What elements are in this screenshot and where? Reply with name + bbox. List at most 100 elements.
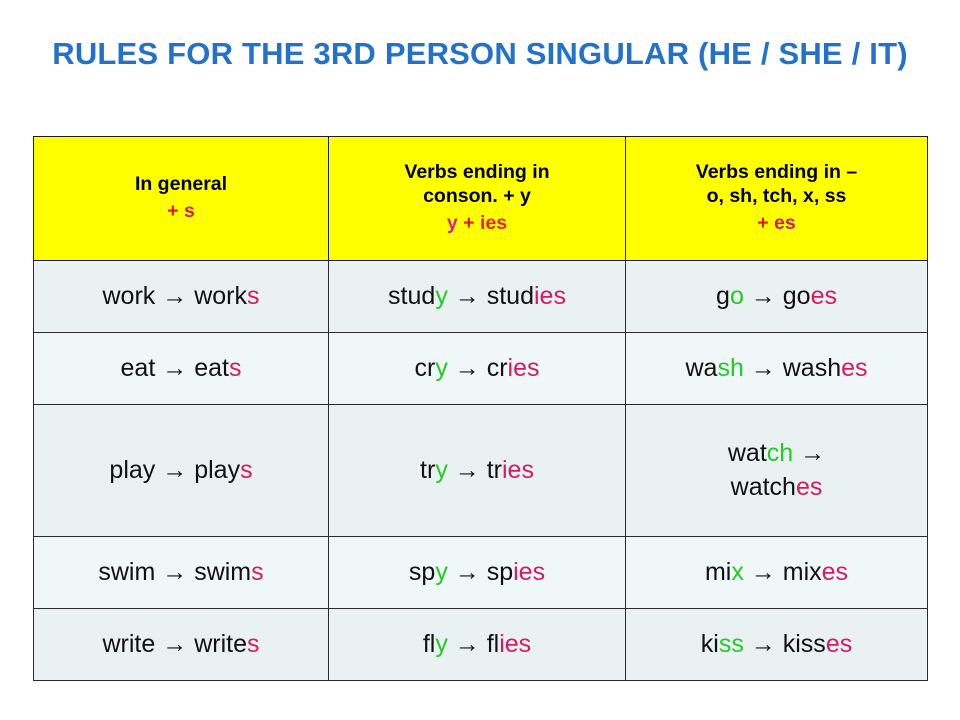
arrow-icon: → [454,353,480,382]
verb-example-cell: write → writes [33,608,329,681]
rule-plus-sign: + [757,211,769,234]
rule-suffix: ies [479,211,508,234]
verb-suffix: ies [507,353,540,382]
verb-base-highlight: o [729,281,744,310]
column-header-in-general: In general + s [33,136,329,261]
verb-suffix: s [247,281,260,310]
verb-base-highlight: y [435,353,448,382]
arrow-icon: → [162,455,188,484]
verb-conjugated-stem: mix [782,557,822,586]
verb-suffix: ies [533,281,566,310]
verb-base: work [102,281,156,310]
verb-example-cell: kiss → kisses [625,608,928,681]
arrow-icon: → [750,629,776,658]
verb-base: tr [420,455,436,484]
verb-base-highlight: ss [718,629,744,658]
column-header-title: Verbs ending in – o, sh, tch, x, ss [695,161,858,208]
column-header-rule: + s [40,200,322,224]
column-header-rule: y + ies [335,212,619,236]
verb-base-highlight: y [435,629,448,658]
verb-base-highlight: ch [766,439,794,467]
verb-suffix: es [810,281,837,310]
verb-base: g [716,281,730,310]
rule-plus-sign: + [167,200,179,222]
rule-suffix: s [183,200,195,222]
verb-base-highlight: y [435,455,448,484]
verb-example-cell: study → studies [328,260,626,333]
rule-suffix: es [774,211,796,234]
verb-suffix: es [821,557,849,586]
column-header-title: In general [134,173,228,196]
verb-example-cell: fly → flies [328,608,626,681]
verb-example-cell: mix → mixes [625,536,928,609]
verb-suffix: ies [513,557,546,586]
arrow-icon: → [750,557,776,586]
arrow-icon: → [800,439,826,467]
verb-suffix: ies [499,629,532,658]
verb-example-cell: try → tries [328,404,626,537]
verb-suffix: s [240,455,253,484]
column-header-rule: + es [632,212,921,236]
verb-base-highlight: y [435,281,448,310]
arrow-icon: → [454,281,480,310]
rules-table: In general + s Verbs ending in conson. +… [33,136,928,681]
verb-suffix: es [795,472,823,501]
verb-conjugated-stem: write [194,629,247,658]
verb-base: eat [120,353,156,382]
verb-base: cr [414,353,436,382]
verb-example-cell: go → goes [625,260,928,333]
header-row: In general + s Verbs ending in conson. +… [33,136,928,261]
verb-base: swim [98,557,156,586]
table-row: eat → eats cry → cries wash → washes [33,332,928,405]
verb-base-highlight: sh [717,353,744,382]
rules-table-wrapper: In general + s Verbs ending in conson. +… [33,136,928,681]
verb-example-cell: cry → cries [328,332,626,405]
verb-example-cell: wash → washes [625,332,928,405]
verb-conjugated-stem: fl [486,629,500,658]
verb-base: fl [422,629,436,658]
column-header-o-sh-tch-x-ss: Verbs ending in – o, sh, tch, x, ss + es [625,136,928,261]
verb-suffix: s [251,557,264,586]
column-header-consonant-y: Verbs ending in conson. + y y + ies [328,136,626,261]
arrow-icon: → [162,629,188,658]
verb-example-cell: play → plays [33,404,329,537]
rule-plus-sign: + [463,211,475,234]
arrow-icon: → [454,455,480,484]
verb-suffix: ies [502,455,534,484]
verb-suffix: s [247,629,260,658]
verb-example-cell: eat → eats [33,332,329,405]
verb-conjugated-stem: watch [730,472,796,501]
arrow-icon: → [750,281,776,310]
verb-conjugated-stem: kiss [782,629,826,658]
arrow-icon: → [454,629,480,658]
verb-conjugated-stem: tr [486,455,502,484]
verb-conjugated-stem: go [782,281,811,310]
verb-base: sp [408,557,436,586]
verb-base: mi [704,557,732,586]
verb-base: wa [685,353,718,382]
table-row: play → plays try → tries watch → watches [33,404,928,537]
table-row: write → writes fly → flies kiss → kisses [33,608,928,681]
verb-base: write [102,629,156,658]
arrow-icon: → [750,353,776,382]
arrow-icon: → [162,353,188,382]
verb-suffix: s [228,353,242,382]
verb-base: play [109,455,156,484]
verb-base: ki [700,629,719,658]
verb-conjugated-stem: stud [486,281,534,310]
column-header-title: Verbs ending in conson. + y [404,161,550,208]
verb-base-highlight: y [435,557,448,586]
rule-base-letter: y [446,211,458,234]
table-row: work → works study → studies go → goes [33,260,928,333]
table-header: In general + s Verbs ending in conson. +… [33,136,928,261]
verb-base-highlight: x [731,557,744,586]
verb-conjugated-stem: swim [194,557,252,586]
verb-conjugated-stem: wash [782,353,842,382]
verb-conjugated-stem: sp [486,557,514,586]
verb-base: stud [388,281,436,310]
arrow-icon: → [162,281,188,310]
arrow-icon: → [454,557,480,586]
page-title: Rules for the 3rd person singular (he / … [52,36,908,71]
verb-base: wat [727,439,767,467]
verb-conjugated-stem: work [194,281,247,310]
